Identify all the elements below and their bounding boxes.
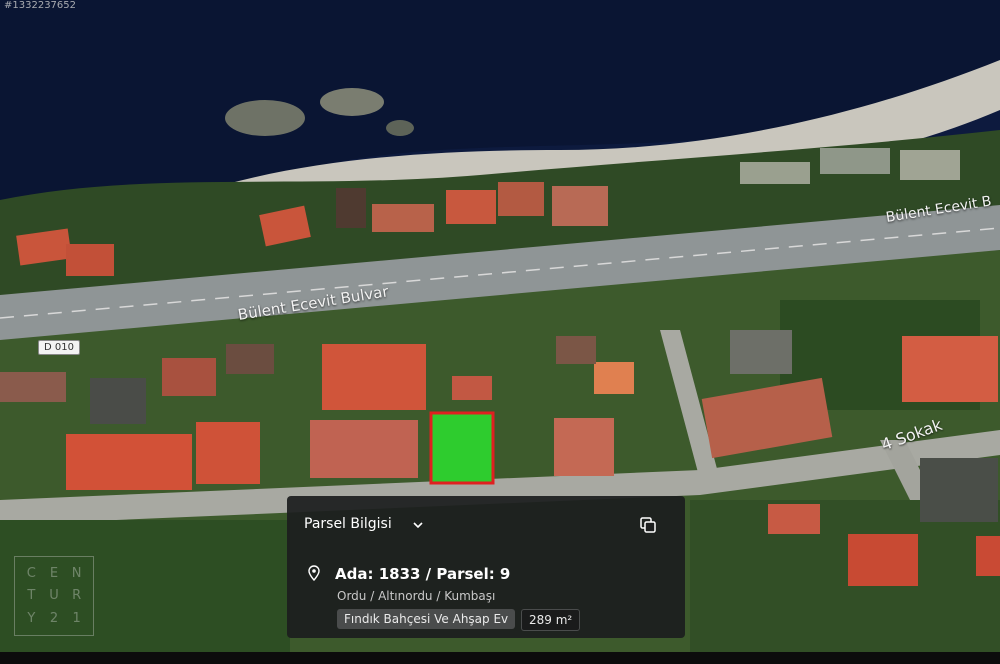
map-view[interactable]: #1332237652 Bülent Ecevit Bulvar Bülent … — [0, 0, 1000, 664]
watermark-letter: U — [49, 588, 59, 604]
watermark-letter: 1 — [72, 611, 81, 627]
watermark-letter: Y — [27, 611, 36, 627]
parcel-id: Ada: 1833 / Parsel: 9 — [335, 565, 511, 583]
parcel-info-panel: Parsel Bilgisi Ada: 1833 / Parsel: 9 Ord… — [287, 496, 685, 638]
watermark-letter: 2 — [49, 611, 59, 627]
watermark-letter: T — [27, 588, 36, 604]
panel-title: Parsel Bilgisi — [304, 516, 392, 532]
area-badge: 289 m² — [521, 609, 581, 631]
highway-badge: D 010 — [38, 340, 80, 355]
chevron-down-icon[interactable] — [411, 518, 425, 532]
bottom-bar — [0, 652, 1000, 664]
panel-header[interactable]: Parsel Bilgisi — [287, 496, 685, 552]
copy-icon[interactable] — [639, 516, 657, 534]
watermark-letters: C E N T U R Y 2 1 — [20, 562, 88, 630]
image-id-label: #1332237652 — [4, 0, 77, 11]
parcel-highlight[interactable] — [429, 411, 495, 485]
parcel-location: Ordu / Altınordu / Kumbaşı — [337, 589, 496, 603]
watermark-letter: R — [72, 588, 82, 604]
watermark-letter: E — [49, 565, 59, 581]
map-pin-icon — [308, 565, 320, 581]
watermark-letter: C — [26, 565, 36, 581]
century21-watermark: C E N T U R Y 2 1 — [14, 556, 94, 636]
usage-badge: Fındık Bahçesi Ve Ahşap Ev — [337, 609, 516, 629]
watermark-letter: N — [71, 565, 82, 581]
